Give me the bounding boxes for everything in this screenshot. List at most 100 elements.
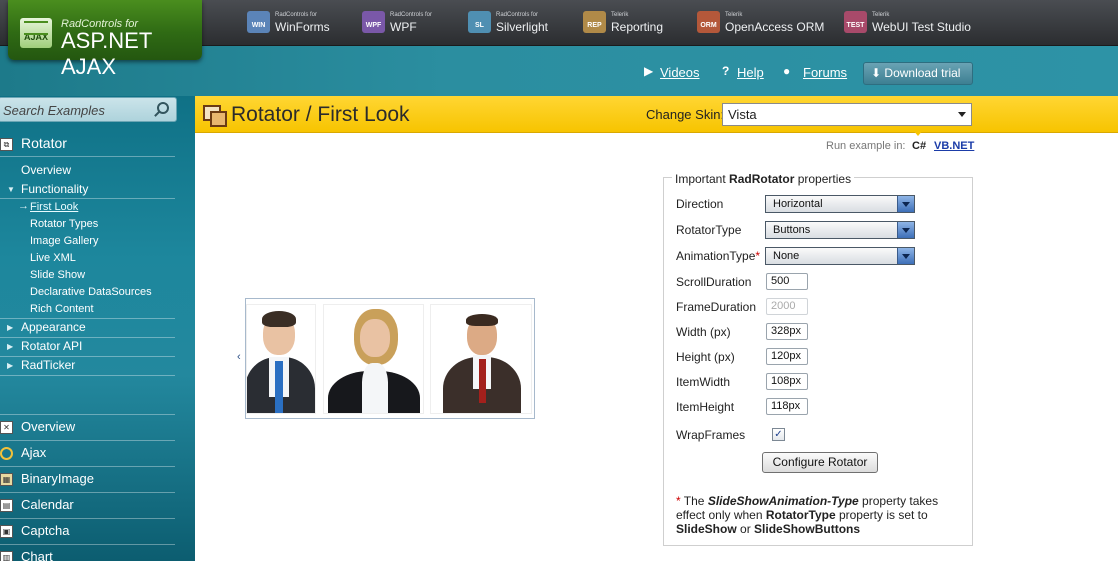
sidebar-item-rotator-types[interactable]: Rotator Types bbox=[30, 218, 98, 230]
sidebar-item-declarative-datasources[interactable]: Declarative DataSources bbox=[30, 286, 152, 298]
help-link[interactable]: Help bbox=[737, 65, 764, 80]
test-studio-icon: TEST bbox=[844, 11, 867, 33]
skin-selected-value: Vista bbox=[728, 107, 757, 122]
ajax-refresh-icon bbox=[0, 447, 13, 460]
divider bbox=[0, 356, 175, 357]
wpf-icon: WPF bbox=[362, 11, 385, 33]
download-trial-button[interactable]: ⬇ Download trial bbox=[863, 62, 973, 85]
search-examples-input[interactable]: Search Examples bbox=[0, 97, 177, 122]
sidebar-item-rotator-api[interactable]: Rotator API bbox=[21, 339, 82, 353]
control-overview[interactable]: Overview bbox=[21, 419, 75, 434]
sidebar-item-functionality[interactable]: Functionality bbox=[21, 182, 88, 196]
orm-icon: ORM bbox=[697, 11, 720, 33]
chevron-down-icon[interactable] bbox=[897, 196, 914, 212]
arrow-right-icon: → bbox=[18, 200, 29, 212]
search-icon[interactable] bbox=[157, 102, 169, 114]
divider bbox=[0, 414, 175, 415]
divider bbox=[0, 492, 175, 493]
product-name: Silverlight bbox=[496, 20, 549, 34]
divider bbox=[0, 466, 175, 467]
sidebar-item-first-look[interactable]: First Look bbox=[30, 201, 78, 213]
collapsed-triangle-icon[interactable]: ▶ bbox=[7, 361, 13, 370]
shirt bbox=[362, 363, 388, 413]
rotator-item-photo bbox=[430, 304, 532, 414]
width-input[interactable]: 328px bbox=[766, 323, 808, 340]
control-ajax[interactable]: Ajax bbox=[21, 445, 46, 460]
divider bbox=[0, 518, 175, 519]
direction-dropdown[interactable]: Horizontal bbox=[765, 195, 915, 213]
expanded-triangle-icon[interactable]: ▼ bbox=[7, 185, 15, 194]
hair bbox=[466, 314, 498, 326]
frameduration-input: 2000 bbox=[766, 298, 808, 315]
skin-select[interactable]: Vista bbox=[722, 103, 972, 126]
legend-text: Important bbox=[675, 172, 730, 186]
logo-title: ASP.NET AJAX bbox=[61, 28, 152, 79]
rotatortype-dropdown[interactable]: Buttons bbox=[765, 221, 915, 239]
rotator-demo: ‹ › bbox=[237, 298, 535, 419]
scrollduration-input[interactable]: 500 bbox=[766, 273, 808, 290]
chevron-down-icon[interactable] bbox=[897, 222, 914, 238]
product-caption: RadControls for bbox=[390, 12, 433, 18]
calendar-icon: ▤ bbox=[0, 499, 13, 512]
note-emphasis: SlideShowAnimation-Type bbox=[707, 494, 859, 508]
itemwidth-input[interactable]: 108px bbox=[766, 373, 808, 390]
silverlight-icon: SL bbox=[468, 11, 491, 33]
control-captcha[interactable]: Captcha bbox=[21, 523, 69, 538]
animation-type-note: * The SlideShowAnimation-Type property t… bbox=[676, 494, 961, 536]
sidebar-item-slide-show[interactable]: Slide Show bbox=[30, 269, 85, 281]
animationtype-label: AnimationType* bbox=[676, 249, 760, 263]
radcontrols-logo[interactable]: AJAX RadControls for ASP.NET AJAX bbox=[8, 0, 202, 79]
sidebar-item-radticker[interactable]: RadTicker bbox=[21, 358, 75, 372]
properties-panel: Important RadRotator properties Directio… bbox=[663, 172, 973, 546]
itemwidth-label: ItemWidth bbox=[676, 375, 731, 389]
divider bbox=[0, 544, 175, 545]
sidebar-item-appearance[interactable]: Appearance bbox=[21, 320, 86, 334]
rotatortype-label: RotatorType bbox=[676, 223, 742, 237]
note-text: The bbox=[680, 494, 708, 508]
chevron-down-icon[interactable] bbox=[958, 112, 966, 117]
configure-rotator-button[interactable]: Configure Rotator bbox=[762, 452, 878, 473]
sidebar-section-rotator[interactable]: Rotator bbox=[21, 135, 67, 151]
chevron-down-icon[interactable] bbox=[897, 248, 914, 264]
wrapframes-checkbox[interactable]: ✓ bbox=[772, 428, 785, 441]
question-icon: ? bbox=[722, 64, 730, 78]
itemheight-input[interactable]: 118px bbox=[766, 398, 808, 415]
product-name: WinForms bbox=[275, 20, 330, 34]
sidebar-item-image-gallery[interactable]: Image Gallery bbox=[30, 235, 98, 247]
run-csharp-current: C# bbox=[912, 140, 927, 152]
forums-link[interactable]: Forums bbox=[803, 65, 847, 80]
run-example-label: Run example in: bbox=[826, 140, 906, 152]
divider bbox=[0, 337, 175, 338]
height-input[interactable]: 120px bbox=[766, 348, 808, 365]
download-arrow-icon: ⬇ bbox=[871, 66, 882, 80]
collapsed-triangle-icon[interactable]: ▶ bbox=[7, 323, 13, 332]
sidebar-item-overview[interactable]: Overview bbox=[21, 163, 71, 177]
tie bbox=[275, 361, 283, 413]
note-text: or bbox=[736, 522, 755, 536]
videos-link[interactable]: Videos bbox=[660, 65, 700, 80]
rotatortype-value: Buttons bbox=[773, 224, 811, 236]
product-name: OpenAccess ORM bbox=[725, 20, 825, 34]
control-chart[interactable]: Chart bbox=[21, 549, 53, 561]
animationtype-dropdown[interactable]: None bbox=[765, 247, 915, 265]
reporting-icon: REP bbox=[583, 11, 606, 33]
product-name: WPF bbox=[390, 20, 417, 34]
product-name: WebUI Test Studio bbox=[872, 20, 971, 34]
download-trial-label: Download trial bbox=[884, 66, 961, 80]
divider bbox=[0, 440, 175, 441]
direction-label: Direction bbox=[676, 197, 724, 211]
divider bbox=[0, 156, 175, 157]
product-caption: RadControls for bbox=[275, 12, 318, 18]
rotator-title-icon bbox=[203, 103, 227, 127]
top-product-bar: AJAX RadControls for ASP.NET AJAX WIN Ra… bbox=[0, 0, 1118, 79]
sidebar-item-rich-content[interactable]: Rich Content bbox=[30, 303, 94, 315]
collapsed-triangle-icon[interactable]: ▶ bbox=[7, 342, 13, 351]
control-binaryimage[interactable]: BinaryImage bbox=[21, 471, 94, 486]
face bbox=[360, 319, 390, 357]
rotator-prev-button[interactable]: ‹ bbox=[237, 351, 241, 363]
sidebar-item-live-xml[interactable]: Live XML bbox=[30, 252, 76, 264]
run-vbnet-link[interactable]: VB.NET bbox=[934, 140, 974, 152]
control-calendar[interactable]: Calendar bbox=[21, 497, 74, 512]
legend-bold: RadRotator bbox=[729, 172, 795, 186]
animationtype-text: AnimationType bbox=[676, 249, 756, 263]
